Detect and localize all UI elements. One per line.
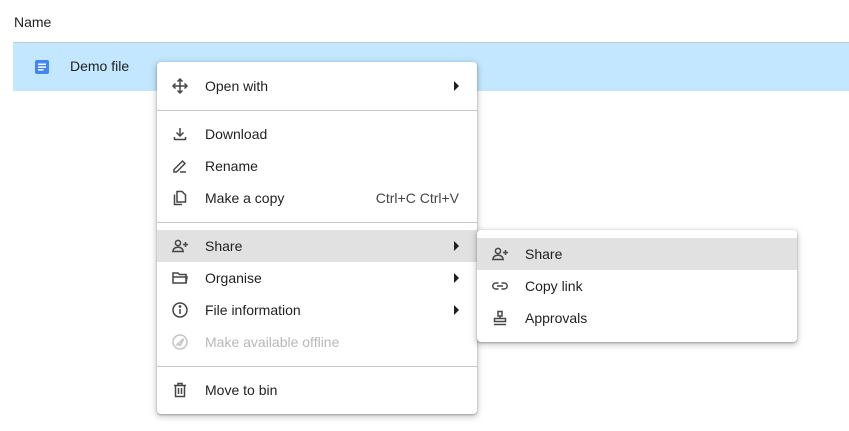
menu-item-file-information[interactable]: File information <box>157 294 477 326</box>
submenu-item-label: Share <box>525 246 563 262</box>
menu-item-label: Open with <box>205 78 269 94</box>
menu-item-label: Make a copy <box>205 190 285 206</box>
submenu-item-label: Copy link <box>525 278 583 294</box>
copy-icon <box>171 189 189 207</box>
menu-item-make-a-copy[interactable]: Make a copy Ctrl+C Ctrl+V <box>157 182 477 214</box>
folder-icon <box>171 269 189 287</box>
menu-item-download[interactable]: Download <box>157 118 477 150</box>
menu-item-label: Rename <box>205 158 258 174</box>
approvals-icon <box>491 309 509 327</box>
menu-divider <box>157 366 477 367</box>
share-submenu: Share Copy link Approvals <box>477 230 797 342</box>
open-with-icon <box>171 77 189 95</box>
menu-item-label: File information <box>205 302 301 318</box>
menu-item-label: Download <box>205 126 268 142</box>
share-icon <box>171 237 189 255</box>
menu-item-move-to-bin[interactable]: Move to bin <box>157 374 477 406</box>
menu-item-open-with[interactable]: Open with <box>157 70 477 102</box>
rename-icon <box>171 157 189 175</box>
menu-item-label: Organise <box>205 270 262 286</box>
link-icon <box>491 277 509 295</box>
submenu-arrow-icon <box>454 305 459 315</box>
menu-divider <box>157 110 477 111</box>
menu-divider <box>157 222 477 223</box>
submenu-item-share[interactable]: Share <box>477 238 797 270</box>
offline-icon <box>171 333 189 351</box>
submenu-item-approvals[interactable]: Approvals <box>477 302 797 334</box>
submenu-item-label: Approvals <box>525 310 588 326</box>
trash-icon <box>171 381 189 399</box>
submenu-arrow-icon <box>454 273 459 283</box>
menu-item-share[interactable]: Share <box>157 230 477 262</box>
submenu-arrow-icon <box>454 241 459 251</box>
menu-item-rename[interactable]: Rename <box>157 150 477 182</box>
menu-item-label: Share <box>205 238 243 254</box>
menu-item-organise[interactable]: Organise <box>157 262 477 294</box>
submenu-arrow-icon <box>454 81 459 91</box>
menu-item-make-available-offline: Make available offline <box>157 326 477 358</box>
context-menu: Open with Download Rename Make a copy Ct… <box>157 62 477 414</box>
keyboard-shortcut: Ctrl+C Ctrl+V <box>375 190 459 206</box>
file-name: Demo file <box>70 58 130 74</box>
download-icon <box>171 125 189 143</box>
share-icon <box>491 245 509 263</box>
menu-item-label: Move to bin <box>205 382 278 398</box>
info-icon <box>171 301 189 319</box>
docs-file-icon <box>34 59 50 75</box>
submenu-item-copy-link[interactable]: Copy link <box>477 270 797 302</box>
name-column-header[interactable]: Name <box>14 14 51 30</box>
menu-item-label: Make available offline <box>205 334 340 350</box>
